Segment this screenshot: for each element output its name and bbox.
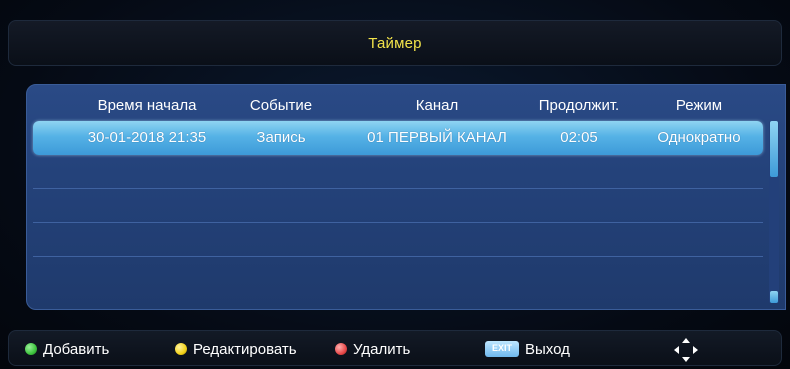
yellow-dot-icon (175, 343, 187, 355)
navigation-arrows-icon (674, 338, 698, 362)
scrollbar-end-marker (770, 291, 778, 303)
add-button[interactable]: Добавить (25, 331, 109, 367)
table-row-empty[interactable] (33, 257, 763, 291)
table-row[interactable]: 30-01-2018 21:35 Запись 01 ПЕРВЫЙ КАНАЛ … (33, 121, 763, 155)
column-header-event: Событие (249, 97, 313, 114)
scrollbar-thumb[interactable] (770, 121, 778, 177)
table-row-empty[interactable] (33, 189, 763, 223)
page-title: Таймер (368, 34, 422, 52)
column-header-channel: Канал (415, 97, 459, 114)
green-dot-icon (25, 343, 37, 355)
timer-list: 30-01-2018 21:35 Запись 01 ПЕРВЫЙ КАНАЛ … (33, 121, 763, 291)
bottom-hint-bar: Добавить Редактировать Удалить EXIT Выхо… (8, 330, 782, 366)
edit-button[interactable]: Редактировать (175, 331, 297, 367)
cell-start-time: 30-01-2018 21:35 (87, 129, 207, 146)
table-row-empty[interactable] (33, 223, 763, 257)
timer-screen: Таймер Время начала Событие Канал Продол… (0, 0, 790, 369)
column-header-mode: Режим (675, 97, 723, 114)
delete-button[interactable]: Удалить (335, 331, 410, 367)
add-button-label: Добавить (43, 340, 110, 358)
table-row-empty[interactable] (33, 155, 763, 189)
exit-key-icon: EXIT (485, 341, 519, 357)
table-header: Время начала Событие Канал Продолжит. Ре… (27, 91, 767, 121)
title-bar: Таймер (8, 20, 782, 66)
cell-channel: 01 ПЕРВЫЙ КАНАЛ (367, 129, 507, 146)
column-header-start-time: Время начала (97, 97, 197, 114)
exit-button[interactable]: EXIT Выход (485, 331, 570, 367)
cell-duration: 02:05 (560, 129, 598, 146)
exit-button-label: Выход (525, 340, 570, 358)
scrollbar[interactable] (769, 121, 779, 303)
cell-mode: Однократно (657, 129, 741, 146)
column-header-duration: Продолжит. (538, 97, 620, 114)
delete-button-label: Удалить (353, 340, 411, 358)
edit-button-label: Редактировать (193, 340, 297, 358)
red-dot-icon (335, 343, 347, 355)
cell-event: Запись (256, 129, 306, 146)
timer-list-panel: Время начала Событие Канал Продолжит. Ре… (26, 84, 786, 310)
